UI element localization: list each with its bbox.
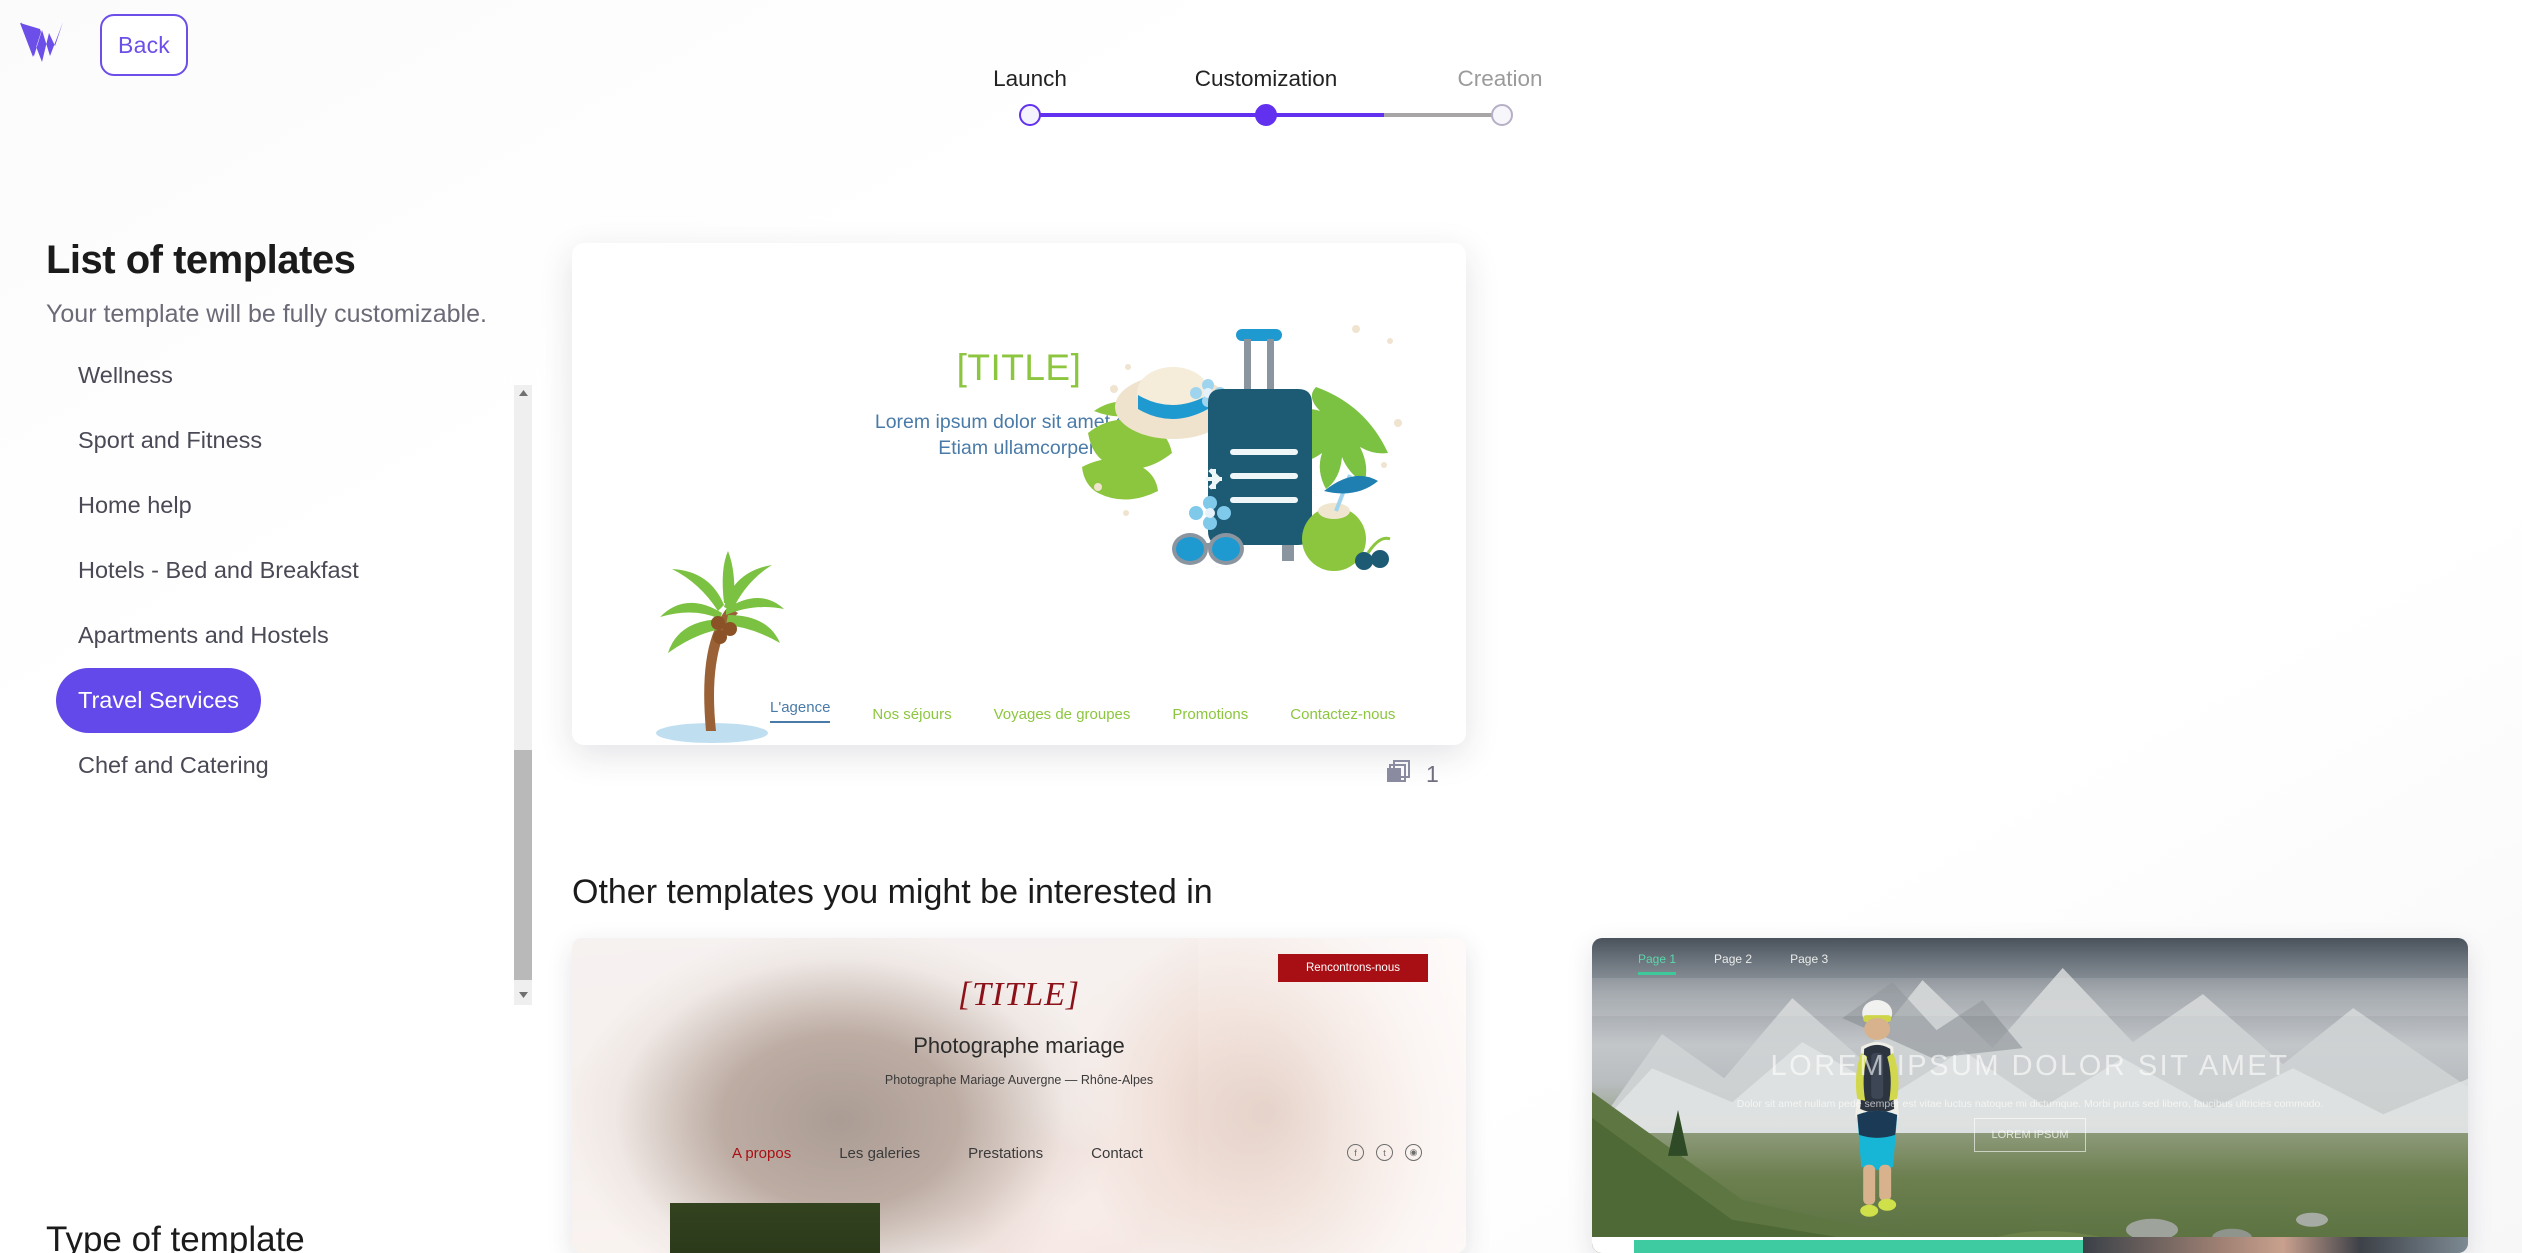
wedding-heading: Photographe mariage (913, 1033, 1125, 1058)
mountain-nav-page-2[interactable]: Page 2 (1714, 952, 1752, 975)
wedding-title: [TITLE] (957, 976, 1081, 1013)
mountain-nav-page-3[interactable]: Page 3 (1790, 952, 1828, 975)
scroll-down-arrow-icon[interactable] (514, 987, 532, 1005)
template-nav-promotions[interactable]: Promotions (1172, 706, 1248, 723)
sidebar-item-travel-services[interactable]: Travel Services (56, 668, 262, 733)
mountain-nav: Page 1 Page 2 Page 3 (1638, 952, 1828, 975)
sidebar-item-chef-catering[interactable]: Chef and Catering (56, 733, 291, 798)
category-scroll-container[interactable]: Wellness Sport and Fitness Home help Hot… (26, 367, 526, 817)
wedding-social-links: f t ◉ (1347, 1144, 1422, 1161)
step-label-launch: Launch (993, 66, 1067, 91)
stacked-pages-icon (1386, 760, 1412, 789)
facebook-icon[interactable]: f (1347, 1144, 1364, 1161)
step-label-creation: Creation (1457, 66, 1543, 91)
sidebar-item-hotels-bnb[interactable]: Hotels - Bed and Breakfast (56, 538, 381, 603)
mountain-cta-button[interactable]: LOREM IPSUM (1974, 1118, 2086, 1152)
mountain-overlay-band (1592, 978, 2468, 1016)
stepper-segment-2a (1266, 113, 1384, 117)
stepper-dot-launch[interactable] (1019, 104, 1041, 126)
other-templates-heading: Other templates you might be interested … (572, 873, 1213, 911)
template-nav-nos-sejours[interactable]: Nos séjours (872, 706, 951, 723)
sidebar-item-wellness[interactable]: Wellness (56, 367, 195, 408)
selected-template-preview[interactable]: [TITLE] Lorem ipsum dolor sit amet enim.… (572, 243, 1466, 745)
sidebar-item-apartments[interactable]: Apartments and Hostels (56, 603, 351, 668)
instagram-icon[interactable]: ◉ (1405, 1144, 1422, 1161)
mountain-footer (1592, 1237, 2468, 1253)
wedding-subheading: Photographe Mariage Auvergne — Rhône-Alp… (884, 1073, 1154, 1087)
stepper-dot-customization[interactable] (1255, 104, 1277, 126)
sidebar-item-home-help[interactable]: Home help (56, 473, 214, 538)
type-of-template-heading: Type of template (46, 1220, 305, 1253)
template-title-text: [TITLE] (956, 347, 1082, 388)
progress-stepper: Launch Customization Creation (993, 66, 1543, 136)
travel-illustration (1068, 315, 1408, 605)
template-card-wedding[interactable]: Rencontrons-nous [TITLE] Photographe mar… (572, 938, 1466, 1253)
stepper-labels: Launch Customization Creation (993, 66, 1542, 96)
back-button[interactable]: Back (100, 14, 188, 76)
category-list: Wellness Sport and Fitness Home help Hot… (26, 367, 496, 817)
mountain-heading: LOREM IPSUM DOLOR SIT AMET (1770, 1050, 2290, 1082)
stepper-segment-2b (1384, 113, 1502, 117)
step-label-customization: Customization (1194, 66, 1338, 91)
stepper-segment-1 (1030, 113, 1266, 117)
wedding-nav-contact[interactable]: Contact (1091, 1145, 1143, 1162)
templates-sidebar: List of templates Your template will be … (0, 200, 540, 1253)
stepper-dot-creation[interactable] (1491, 104, 1513, 126)
wedding-photo-block (670, 1203, 880, 1253)
sidebar-item-restaurants[interactable]: Restaurants (56, 798, 227, 817)
template-nav: L'agence Nos séjours Voyages de groupes … (770, 699, 1395, 723)
mountain-runner (1854, 999, 1899, 1217)
mountain-footer-accent (1634, 1240, 2090, 1253)
sidebar-item-sport-fitness[interactable]: Sport and Fitness (56, 408, 284, 473)
palm-tree-illustration (632, 543, 792, 743)
mountain-footer-strip (2082, 1237, 2468, 1253)
scrollbar-thumb[interactable] (514, 750, 532, 980)
stepper-track (1019, 104, 1513, 126)
scroll-up-arrow-icon[interactable] (514, 385, 532, 403)
wedding-nav-prestations[interactable]: Prestations (968, 1145, 1043, 1162)
page-subtitle: Your template will be fully customizable… (46, 300, 487, 328)
mountain-paragraph: Dolor sit amet nullam pede semper est vi… (1736, 1098, 2324, 1110)
template-card-mountain[interactable]: Page 1 Page 2 Page 3 LOREM IPSUM DOLOR S… (1592, 938, 2468, 1253)
mountain-nav-page-1[interactable]: Page 1 (1638, 952, 1677, 975)
twitter-icon[interactable]: t (1376, 1144, 1393, 1161)
page-title: List of templates (46, 238, 356, 282)
template-nav-contactez-nous[interactable]: Contactez-nous (1290, 706, 1395, 723)
page-count-value: 1 (1426, 761, 1439, 787)
category-scrollbar[interactable] (514, 385, 532, 1005)
template-nav-voyages-de-groupes[interactable]: Voyages de groupes (994, 706, 1131, 723)
template-nav-lagence[interactable]: L'agence (770, 699, 831, 723)
w-logo-icon[interactable] (18, 16, 76, 68)
page-count: 1 (1386, 760, 1439, 789)
wedding-nav-les-galeries[interactable]: Les galeries (839, 1145, 920, 1162)
wedding-nav: A propos Les galeries Prestations Contac… (732, 1145, 1143, 1162)
wedding-nav-a-propos[interactable]: A propos (732, 1145, 791, 1162)
